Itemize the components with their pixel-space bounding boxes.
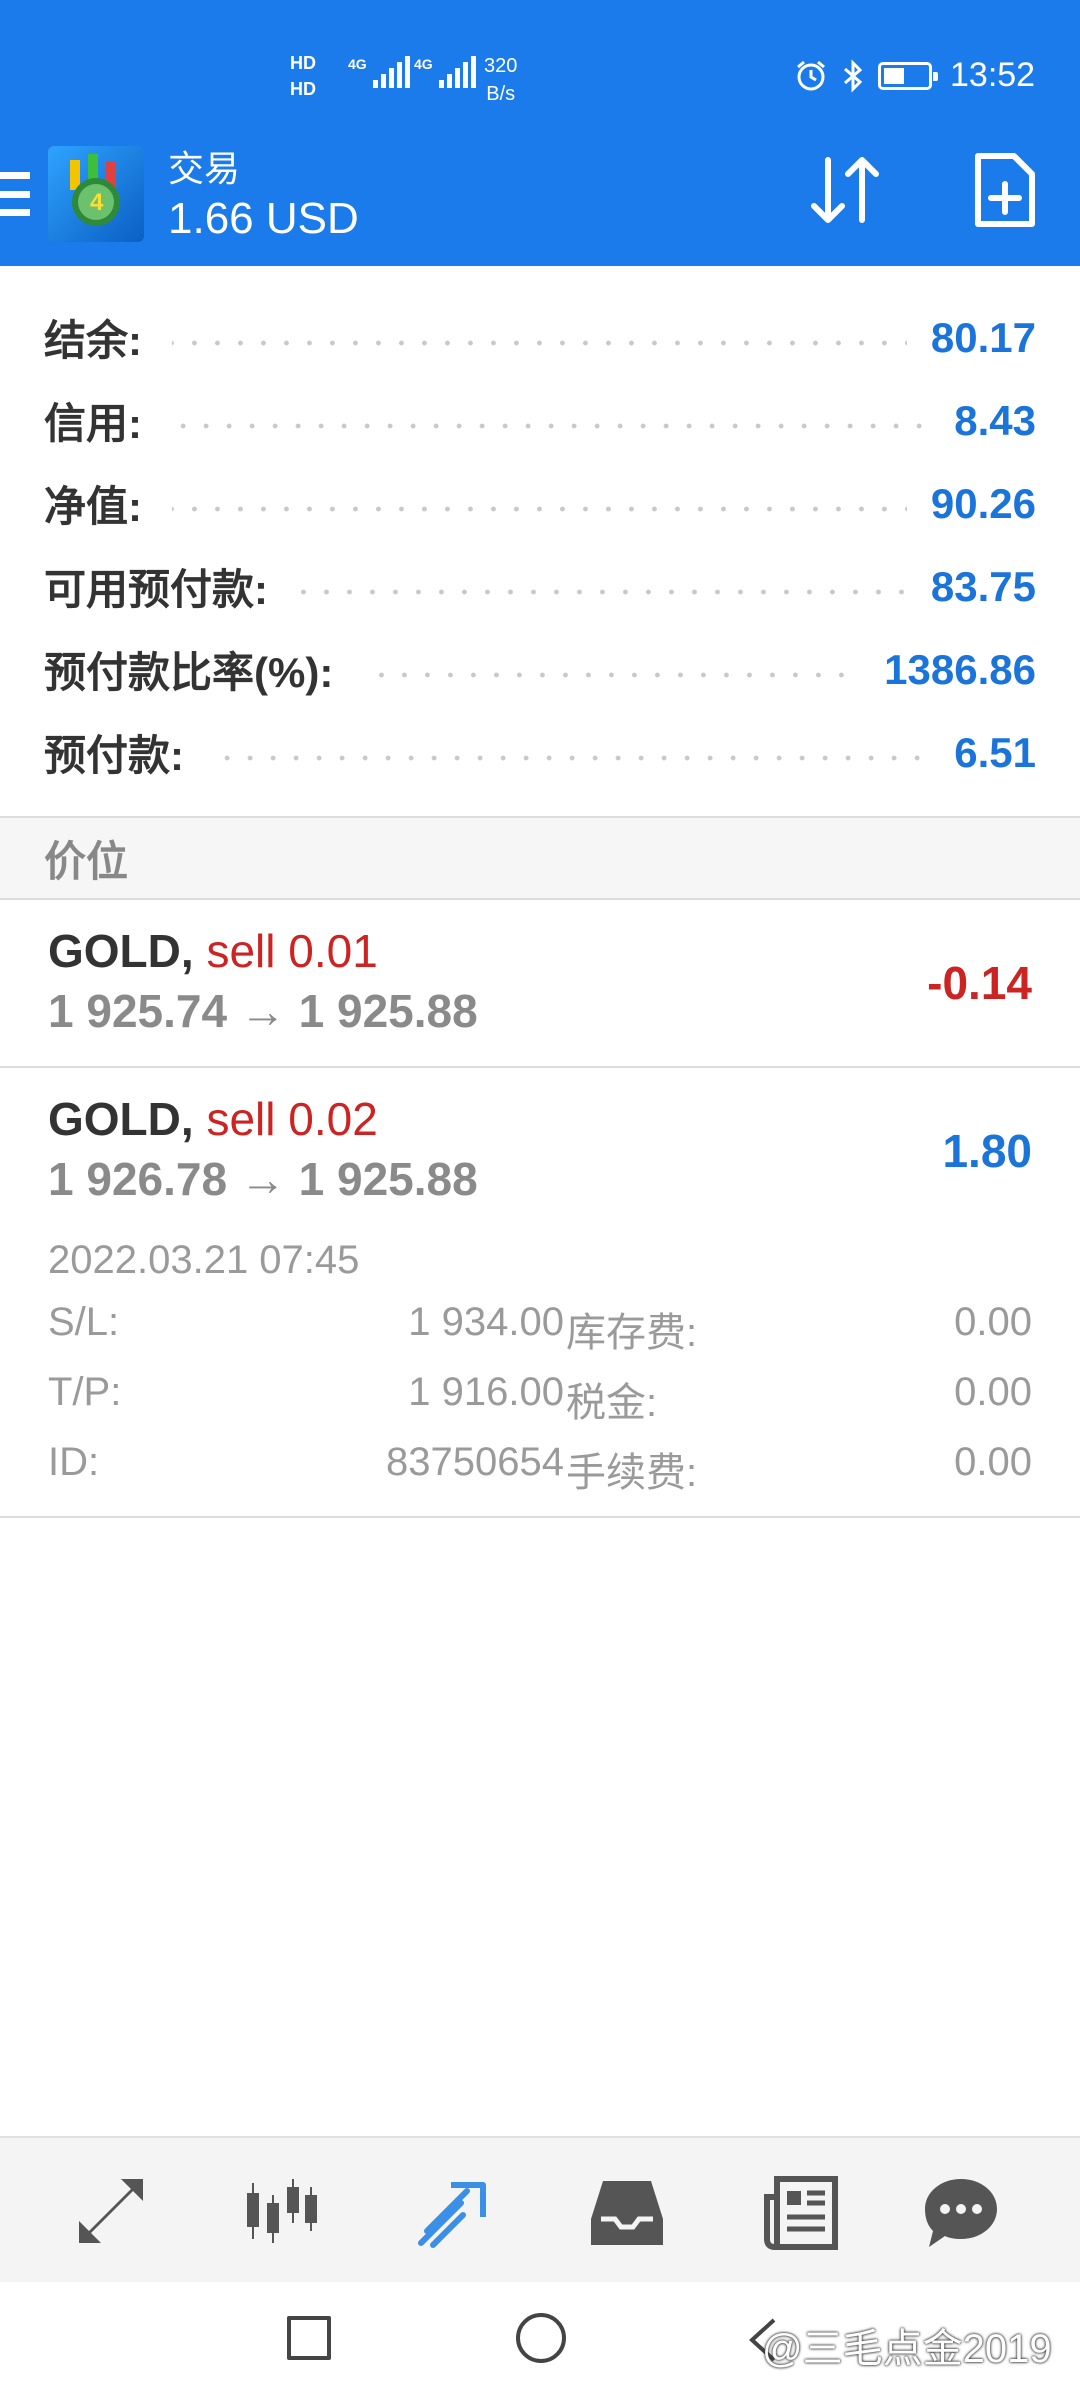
detail-value: 1 934.00 bbox=[408, 1300, 564, 1344]
summary-label: 信用: bbox=[44, 400, 142, 447]
metatrader-logo: 4 bbox=[48, 146, 144, 242]
position-symbol: GOLD, sell 0.01 bbox=[48, 924, 378, 978]
nav-chart[interactable] bbox=[236, 2168, 326, 2258]
dot-leader bbox=[172, 420, 931, 431]
symbol-name: GOLD, bbox=[48, 1093, 194, 1145]
speed-unit: B/s bbox=[486, 83, 516, 105]
dot-leader bbox=[363, 669, 861, 680]
position-profit: -0.14 bbox=[927, 957, 1032, 1009]
summary-value: 90.26 bbox=[930, 479, 1036, 527]
battery-icon bbox=[878, 61, 938, 90]
clock: 13:52 bbox=[950, 56, 1036, 94]
nav-trade[interactable] bbox=[408, 2168, 498, 2258]
detail-row: ID: 83750654 手续费: 0.00 bbox=[48, 1440, 1032, 1510]
dot-leader bbox=[298, 586, 907, 597]
quotes-icon bbox=[79, 2179, 143, 2243]
position-prices: 1 925.74 → 1 925.88 bbox=[48, 985, 478, 1037]
section-header-positions: 价位 bbox=[0, 816, 1080, 900]
header-balance: 1.66 USD bbox=[168, 194, 359, 243]
home-button[interactable] bbox=[516, 2313, 566, 2363]
summary-value: 83.75 bbox=[930, 562, 1036, 610]
position-row-expanded[interactable]: GOLD, sell 0.02 1 926.78 → 1 925.88 1.80… bbox=[0, 1068, 1080, 1518]
net2-label: 4G bbox=[414, 56, 433, 72]
summary-value: 6.51 bbox=[954, 728, 1036, 776]
position-profit: 1.80 bbox=[942, 1125, 1032, 1177]
system-navigation: @三毛点金2019 bbox=[0, 2282, 1080, 2400]
summary-label: 可用预付款: bbox=[44, 566, 268, 613]
signal-icon: 4G bbox=[348, 56, 410, 88]
position-row[interactable]: GOLD, sell 0.01 1 925.74 → 1 925.88 -0.1… bbox=[0, 900, 1080, 1068]
nav-history[interactable] bbox=[582, 2168, 672, 2258]
hd-indicator: HD HD bbox=[290, 50, 316, 102]
watermark: @三毛点金2019 bbox=[762, 2327, 1052, 2371]
detail-key: S/L: bbox=[48, 1300, 120, 1344]
detail-key: ID: bbox=[48, 1440, 100, 1484]
network-speed: 320 B/s bbox=[484, 52, 517, 108]
dot-leader bbox=[172, 503, 907, 514]
detail-key: 手续费: bbox=[566, 1451, 698, 1495]
bottom-navigation bbox=[0, 2136, 1080, 2282]
nav-news[interactable] bbox=[756, 2168, 846, 2258]
summary-label: 结余: bbox=[44, 317, 142, 364]
detail-row: S/L: 1 934.00 库存费: 0.00 bbox=[48, 1300, 1032, 1370]
detail-key: T/P: bbox=[48, 1370, 122, 1414]
speed-value: 320 bbox=[484, 55, 518, 77]
detail-key: 库存费: bbox=[566, 1311, 698, 1355]
account-summary: 结余: 80.17 信用: 8.43 净值: 90.26 可用预付款: 83.7… bbox=[0, 266, 1080, 816]
page-title: 交易 bbox=[168, 148, 241, 189]
summary-value: 80.17 bbox=[930, 313, 1036, 361]
summary-value: 8.43 bbox=[954, 396, 1036, 444]
detail-value: 0.00 bbox=[954, 1300, 1032, 1344]
trade-icon bbox=[418, 2182, 486, 2248]
summary-row-free-margin: 可用预付款: 83.75 bbox=[0, 545, 1080, 628]
hd1-label: HD bbox=[290, 53, 316, 73]
alarm-icon bbox=[797, 60, 825, 90]
order-side: sell 0.01 bbox=[206, 925, 378, 977]
section-title: 价位 bbox=[44, 837, 129, 885]
summary-value: 1386.86 bbox=[884, 645, 1036, 693]
status-bar: HD HD 4G 4G 320 B/s 13:52 bbox=[0, 0, 1080, 140]
news-icon bbox=[764, 2176, 838, 2250]
symbol-name: GOLD, bbox=[48, 925, 194, 977]
recent-apps-button[interactable] bbox=[287, 2316, 331, 2360]
detail-value: 0.00 bbox=[954, 1440, 1032, 1484]
summary-row-equity: 净值: 90.26 bbox=[0, 462, 1080, 545]
summary-label: 预付款比率(%): bbox=[44, 649, 334, 696]
detail-key: 税金: bbox=[566, 1381, 658, 1425]
messages-icon bbox=[925, 2179, 997, 2247]
order-side: sell 0.02 bbox=[206, 1093, 378, 1145]
summary-row-credit: 信用: 8.43 bbox=[0, 379, 1080, 462]
nav-quotes[interactable] bbox=[64, 2168, 154, 2258]
status-icons: 13:52 bbox=[794, 56, 1035, 95]
detail-row: T/P: 1 916.00 税金: 0.00 bbox=[48, 1370, 1032, 1440]
position-prices: 1 926.78 → 1 925.88 bbox=[48, 1153, 478, 1205]
detail-value: 1 916.00 bbox=[408, 1370, 564, 1414]
dot-leader bbox=[214, 752, 931, 763]
detail-value: 0.00 bbox=[954, 1370, 1032, 1414]
chart-icon bbox=[247, 2179, 317, 2243]
new-order-icon[interactable] bbox=[972, 150, 1038, 230]
dot-leader bbox=[172, 337, 907, 348]
summary-label: 净值: bbox=[44, 483, 142, 530]
svg-text:4: 4 bbox=[90, 189, 104, 216]
summary-row-balance: 结余: 80.17 bbox=[0, 296, 1080, 379]
summary-row-margin: 预付款: 6.51 bbox=[0, 711, 1080, 794]
menu-icon[interactable] bbox=[0, 172, 30, 216]
summary-label: 预付款: bbox=[44, 732, 184, 779]
position-details: S/L: 1 934.00 库存费: 0.00 T/P: 1 916.00 税金… bbox=[48, 1300, 1032, 1510]
hd2-label: HD bbox=[290, 79, 316, 99]
detail-value: 83750654 bbox=[386, 1440, 564, 1484]
position-symbol: GOLD, sell 0.02 bbox=[48, 1092, 378, 1146]
signal-icon-2: 4G bbox=[414, 56, 476, 88]
summary-row-margin-level: 预付款比率(%): 1386.86 bbox=[0, 628, 1080, 711]
top-header: HD HD 4G 4G 320 B/s 13:52 4 交易 1.66 USD bbox=[0, 0, 1080, 266]
nav-messages[interactable] bbox=[916, 2168, 1006, 2258]
sort-icon[interactable] bbox=[806, 150, 886, 230]
net1-label: 4G bbox=[348, 56, 367, 72]
position-open-time: 2022.03.21 07:45 bbox=[48, 1238, 360, 1282]
history-icon bbox=[591, 2181, 663, 2245]
bluetooth-icon bbox=[844, 58, 863, 93]
